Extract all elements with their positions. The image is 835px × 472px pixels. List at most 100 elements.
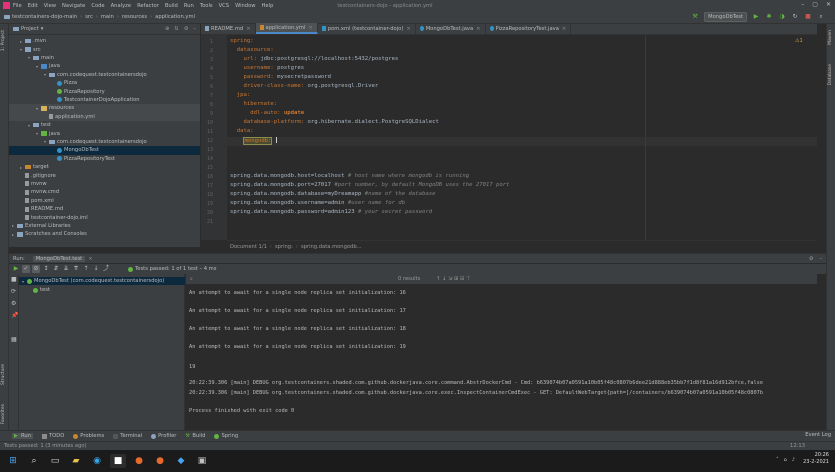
rerun-icon[interactable]: ▶ bbox=[12, 265, 20, 273]
layout-icon[interactable]: ▦ bbox=[11, 336, 17, 343]
tab-terminal[interactable]: Terminal bbox=[113, 433, 142, 439]
build-hammer-icon[interactable]: ⚒ bbox=[691, 13, 699, 21]
project-tool-label[interactable]: 1: Project bbox=[1, 30, 6, 51]
project-tree-item[interactable]: PizzaRepository bbox=[9, 87, 200, 95]
menu-view[interactable]: View bbox=[44, 3, 56, 9]
project-tree-item[interactable]: TestcontainerDojoApplication bbox=[9, 96, 200, 104]
gear-icon[interactable]: ⚙ bbox=[809, 256, 814, 262]
collapse-all-icon[interactable]: ⇈ bbox=[72, 265, 80, 273]
task-view-icon[interactable]: ▭ bbox=[47, 454, 63, 468]
volume-icon[interactable]: ♪ bbox=[792, 457, 795, 463]
favorites-tool-label[interactable]: Favorites bbox=[1, 404, 6, 424]
project-tree-item[interactable]: README.md bbox=[9, 205, 200, 213]
project-tree-item[interactable]: mvnw bbox=[9, 180, 200, 188]
project-tree-item[interactable]: Pizza bbox=[9, 79, 200, 87]
tab-profiler[interactable]: Profiler bbox=[151, 433, 176, 439]
menu-vcs[interactable]: VCS bbox=[219, 3, 229, 9]
project-tree-item[interactable]: ▾ main bbox=[9, 54, 200, 62]
tab-run[interactable]: ▶ Run bbox=[12, 433, 33, 439]
menu-file[interactable]: File bbox=[13, 3, 22, 9]
menu-tools[interactable]: Tools bbox=[200, 3, 213, 9]
close-tab-icon[interactable]: × bbox=[308, 25, 312, 31]
close-icon[interactable]: ✕ bbox=[826, 1, 831, 8]
run-tab[interactable]: MongoDbTest.test bbox=[32, 255, 86, 262]
project-tree-item[interactable]: ▾ com.codequest.testcontainersdojo bbox=[9, 138, 200, 146]
menu-code[interactable]: Code bbox=[91, 3, 104, 9]
menu-analyze[interactable]: Analyze bbox=[111, 3, 131, 9]
project-tree-item[interactable]: ▾ resources bbox=[9, 104, 200, 113]
previous-icon[interactable]: ↑ bbox=[82, 265, 90, 273]
run-configuration-select[interactable]: MongoDbTest bbox=[704, 12, 747, 22]
gear-icon[interactable]: ⚙ bbox=[184, 26, 189, 32]
intellij-taskbar-icon[interactable]: ■ bbox=[110, 454, 126, 468]
clock[interactable]: 20:26 23-2-2021 bbox=[803, 452, 829, 466]
edge-icon[interactable]: ◉ bbox=[89, 454, 105, 468]
settings-icon[interactable]: ⚙ bbox=[11, 300, 16, 307]
close-tab-icon[interactable]: × bbox=[406, 26, 410, 32]
expand-all-icon[interactable]: ⇊ bbox=[62, 265, 70, 273]
profile-icon[interactable]: ↻ bbox=[791, 13, 799, 21]
chevron-up-icon[interactable]: ˄ bbox=[776, 457, 779, 463]
toggle-auto-test-icon[interactable]: ⟳ bbox=[11, 288, 16, 295]
stop-icon[interactable]: ■ bbox=[11, 276, 17, 283]
menu-help[interactable]: Help bbox=[262, 3, 274, 9]
project-tree-item[interactable]: ▾ java bbox=[9, 62, 200, 70]
tab-pizzarepositorytest[interactable]: PizzaRepositoryTest.java × bbox=[486, 23, 572, 34]
stop-icon[interactable]: ■ bbox=[804, 13, 812, 21]
test-root-row[interactable]: ▾ MongoDbTest (com.codequest.testcontain… bbox=[19, 277, 185, 286]
menu-edit[interactable]: Edit bbox=[28, 3, 38, 9]
terminal-app-icon[interactable]: ▣ bbox=[194, 454, 210, 468]
show-ignored-icon[interactable]: ⊘ bbox=[32, 265, 40, 273]
project-tree-item[interactable]: ▾ java bbox=[9, 129, 200, 137]
project-tree-item[interactable]: ▸ External Libraries bbox=[9, 222, 200, 230]
sort-duration-icon[interactable]: ⇵ bbox=[52, 265, 60, 273]
tab-spring[interactable]: Spring bbox=[214, 433, 238, 439]
project-tree-item[interactable]: ▸ .mvn bbox=[9, 37, 200, 45]
project-tree-item[interactable]: ▾ com.codequest.testcontainersdojo bbox=[9, 71, 200, 79]
next-icon[interactable]: ↓ bbox=[92, 265, 100, 273]
minimize-icon[interactable]: – bbox=[801, 1, 804, 8]
search-icon[interactable]: ⌕ bbox=[26, 454, 42, 468]
maven-tool-label[interactable]: Maven bbox=[828, 30, 833, 45]
structure-tool-label[interactable]: Structure bbox=[1, 364, 6, 385]
test-child-row[interactable]: test bbox=[19, 286, 185, 294]
nav-crumb-file[interactable]: application.yml bbox=[155, 14, 195, 20]
project-tree-item[interactable]: ▾ test bbox=[9, 121, 200, 129]
hide-icon[interactable]: – bbox=[193, 26, 196, 32]
windows-start-icon[interactable]: ⊞ bbox=[5, 454, 21, 468]
project-tree-item[interactable]: application.yml bbox=[9, 112, 200, 121]
close-tab-icon[interactable]: × bbox=[476, 26, 480, 32]
project-tree-item[interactable]: mvnw.cmd bbox=[9, 188, 200, 196]
close-tab-icon[interactable]: × bbox=[246, 26, 250, 32]
nav-crumb-main[interactable]: main bbox=[101, 14, 114, 20]
warning-indicator[interactable]: ⚠1 bbox=[795, 38, 803, 44]
locate-icon[interactable]: ⊕ bbox=[165, 26, 169, 32]
explorer-icon[interactable]: ▰ bbox=[68, 454, 84, 468]
project-tree-item[interactable]: ▸ target bbox=[9, 163, 200, 171]
vscode-icon[interactable]: ◆ bbox=[173, 454, 189, 468]
database-tool-label[interactable]: Database bbox=[828, 64, 833, 85]
nav-crumb-resources[interactable]: resources bbox=[122, 14, 147, 20]
breadcrumb-spring[interactable]: spring: bbox=[275, 244, 293, 250]
firefox-dev-icon[interactable]: ● bbox=[152, 454, 168, 468]
project-tree-item[interactable]: ▸ Scratches and Consoles bbox=[9, 230, 200, 238]
close-tab-icon[interactable]: × bbox=[88, 256, 92, 262]
project-tree-item[interactable]: testcontainer-dojo.iml bbox=[9, 213, 200, 221]
breadcrumb-document[interactable]: Document 1/1 bbox=[230, 244, 267, 250]
code-editor[interactable]: spring: datasource: url: jdbc:postgresql… bbox=[227, 35, 817, 240]
tab-readme[interactable]: README.md × bbox=[201, 23, 256, 34]
menu-run[interactable]: Run bbox=[184, 3, 194, 9]
search-icon[interactable]: ⌕ bbox=[190, 276, 193, 283]
collapse-all-icon[interactable]: ⇅ bbox=[174, 26, 178, 32]
coverage-icon[interactable]: ◑ bbox=[778, 13, 786, 21]
chevron-down-icon[interactable]: ▾ bbox=[41, 26, 44, 32]
show-passed-icon[interactable]: ✓ bbox=[22, 265, 30, 273]
pin-icon[interactable]: 📌 bbox=[11, 312, 18, 319]
nav-crumb-project[interactable]: testcontainers-dojo-main bbox=[12, 14, 77, 20]
sort-alpha-icon[interactable]: ↕ bbox=[42, 265, 50, 273]
hide-icon[interactable]: – bbox=[819, 256, 822, 262]
tab-pom-xml[interactable]: pom.xml (testcontainer-dojo) × bbox=[318, 23, 416, 34]
project-tree-item[interactable]: .gitignore bbox=[9, 171, 200, 179]
project-tree-item[interactable]: PizzaRepositoryTest bbox=[9, 155, 200, 163]
network-icon[interactable]: ⌂ bbox=[784, 457, 787, 463]
